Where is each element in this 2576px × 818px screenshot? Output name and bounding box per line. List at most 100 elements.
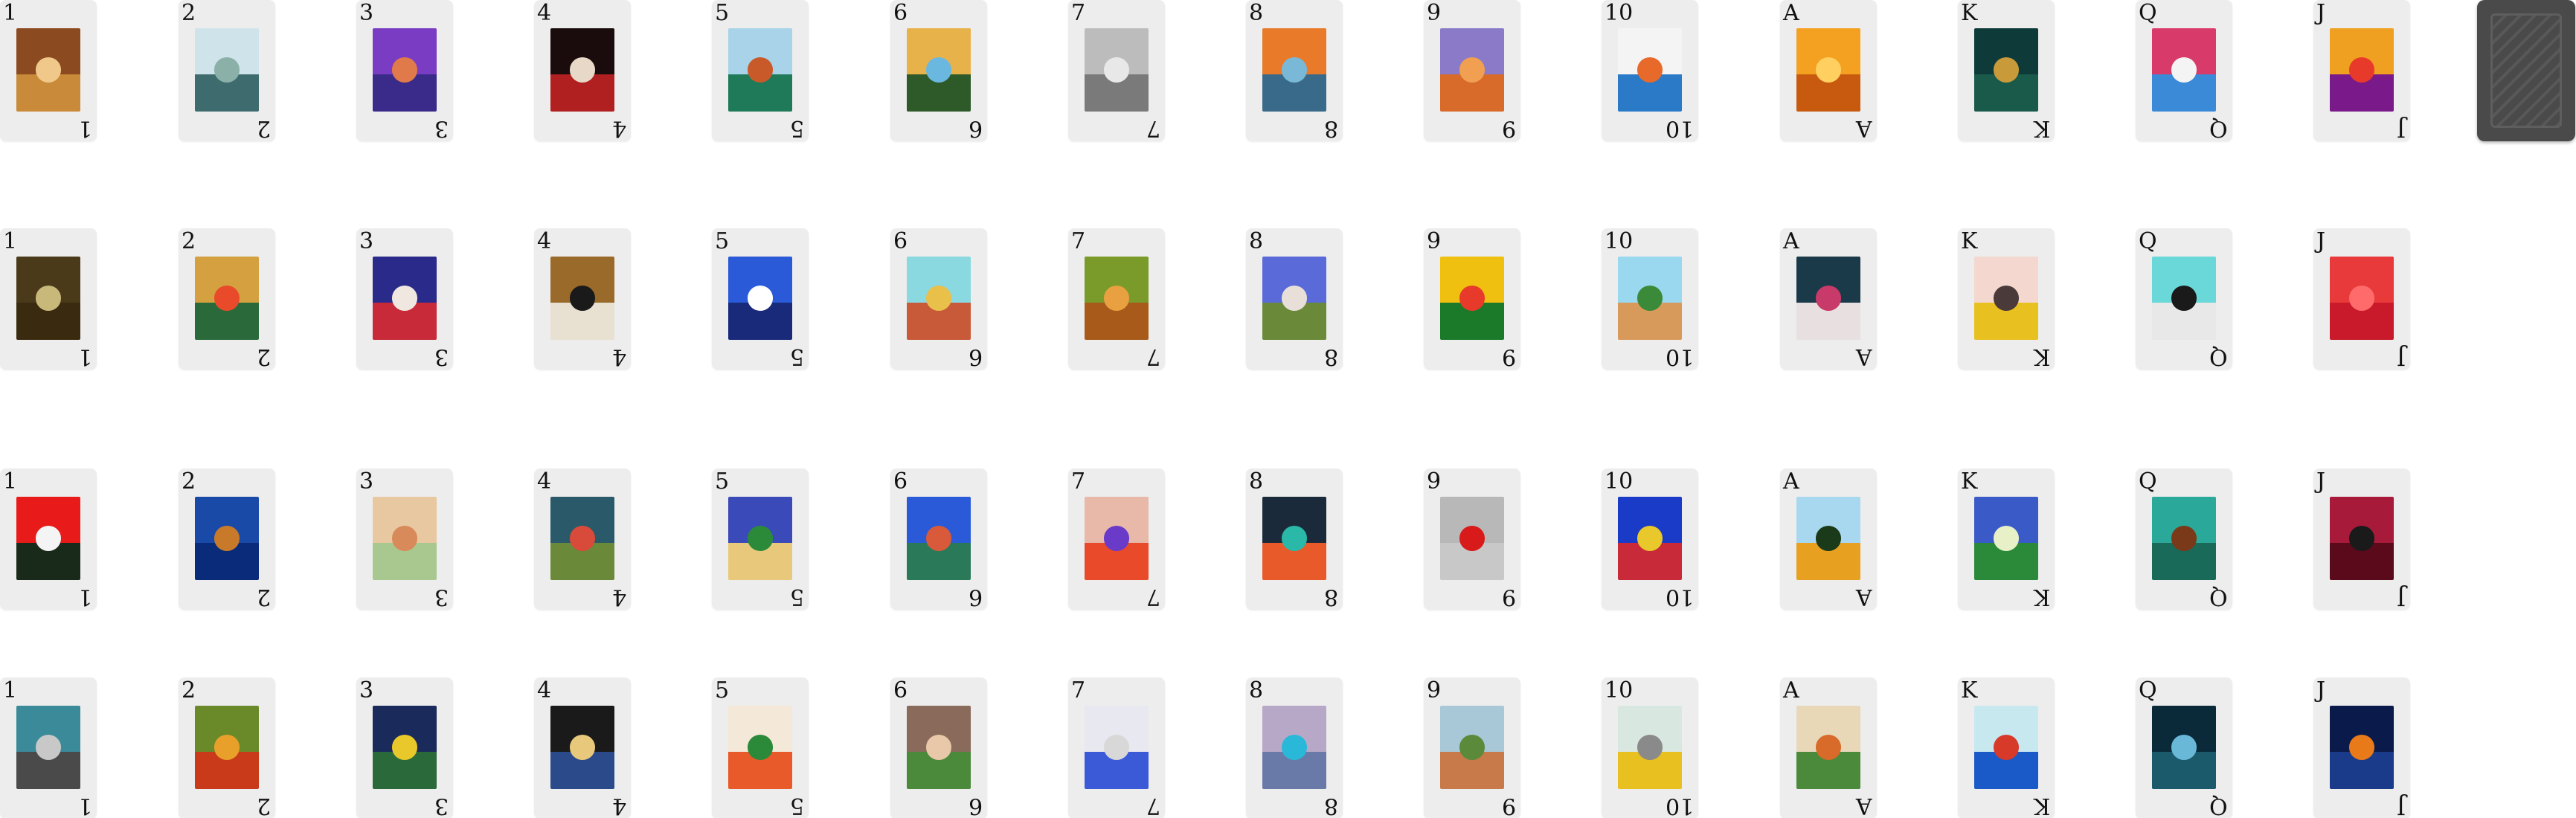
card-artwork (1262, 706, 1326, 789)
playing-card[interactable]: 33 (356, 677, 453, 818)
playing-card[interactable]: QQ (2136, 0, 2232, 141)
playing-card[interactable]: QQ (2136, 677, 2232, 818)
playing-card[interactable]: 55 (712, 677, 809, 818)
playing-card[interactable]: KK (1958, 228, 2055, 370)
playing-card[interactable]: JJ (2313, 677, 2410, 818)
playing-card[interactable]: 77 (1068, 228, 1165, 370)
card-artwork (195, 706, 259, 789)
card-artwork (16, 28, 80, 112)
playing-card[interactable]: AA (1780, 0, 1877, 141)
card-rank-top: 5 (715, 0, 730, 26)
card-artwork (907, 28, 971, 112)
playing-card[interactable]: 11 (0, 0, 97, 141)
playing-card[interactable]: 10 10 (1602, 468, 1698, 610)
card-rank-top: 7 (1071, 0, 1086, 26)
card-rank-top: 8 (1249, 228, 1264, 254)
playing-card[interactable]: 44 (534, 228, 631, 370)
card-rank-bottom: 6 (968, 793, 983, 818)
playing-card[interactable]: 11 (0, 677, 97, 818)
playing-card[interactable]: 66 (890, 677, 987, 818)
playing-card[interactable]: 22 (179, 0, 275, 141)
playing-card[interactable]: 55 (712, 0, 809, 141)
playing-card[interactable]: 10 10 (1602, 228, 1698, 370)
playing-card[interactable]: 44 (534, 468, 631, 610)
card-rank-top: J (2316, 677, 2326, 703)
card-rank-bottom: 7 (1146, 584, 1160, 610)
card-rank-bottom: 2 (256, 793, 271, 818)
playing-card[interactable]: 44 (534, 677, 631, 818)
card-artwork (373, 706, 437, 789)
playing-card[interactable]: 22 (179, 677, 275, 818)
card-rank-top: 10 (1605, 677, 1634, 703)
card-rank-top: 8 (1249, 677, 1264, 703)
card-artwork (550, 257, 614, 340)
card-rank-bottom: 6 (968, 115, 983, 141)
card-rank-top: Q (2139, 468, 2157, 495)
playing-card[interactable]: 99 (1424, 468, 1520, 610)
playing-card[interactable]: QQ (2136, 228, 2232, 370)
card-rank-top: 4 (537, 228, 552, 254)
playing-card[interactable]: 44 (534, 0, 631, 141)
playing-card[interactable]: 55 (712, 468, 809, 610)
playing-card[interactable]: 88 (1246, 228, 1343, 370)
card-rank-bottom: 4 (611, 793, 626, 818)
playing-card[interactable]: 33 (356, 468, 453, 610)
playing-card[interactable]: 88 (1246, 0, 1343, 141)
card-rank-bottom: 1 (77, 793, 92, 818)
playing-card[interactable]: AA (1780, 228, 1877, 370)
playing-card[interactable]: 55 (712, 228, 809, 370)
card-artwork (1085, 706, 1149, 789)
playing-card[interactable]: 66 (890, 228, 987, 370)
playing-card[interactable]: 10 10 (1602, 677, 1698, 818)
playing-card[interactable]: 66 (890, 0, 987, 141)
playing-card[interactable]: 99 (1424, 677, 1520, 818)
card-rank-top: 2 (182, 468, 196, 495)
card-board: 1 1 2 2 3 3 4 4 5 5 6 6 7 7 8 8 9 9 10 10 A A K K Q Q J J 1 1 2 2 3 3 4 4 5 5… (0, 0, 2576, 818)
card-artwork (16, 706, 80, 789)
card-rank-top: 3 (359, 468, 374, 495)
card-rank-top: 6 (893, 0, 908, 26)
playing-card[interactable]: 10 10 (1602, 0, 1698, 141)
playing-card[interactable]: KK (1958, 468, 2055, 610)
playing-card[interactable]: AA (1780, 677, 1877, 818)
playing-card[interactable]: 33 (356, 228, 453, 370)
card-rank-bottom: 2 (256, 115, 271, 141)
card-artwork (1440, 28, 1504, 112)
playing-card[interactable]: JJ (2313, 228, 2410, 370)
playing-card[interactable]: JJ (2313, 0, 2410, 141)
playing-card[interactable]: 77 (1068, 468, 1165, 610)
card-artwork (373, 257, 437, 340)
card-rank-top: 5 (715, 228, 730, 254)
card-artwork (373, 28, 437, 112)
card-artwork (550, 706, 614, 789)
playing-card[interactable]: 66 (890, 468, 987, 610)
card-rank-top: 9 (1427, 0, 1442, 26)
card-rank-bottom: A (1856, 115, 1872, 141)
draw-pile[interactable] (2477, 0, 2575, 141)
playing-card[interactable]: JJ (2313, 468, 2410, 610)
playing-card[interactable]: 22 (179, 228, 275, 370)
playing-card[interactable]: KK (1958, 677, 2055, 818)
card-artwork (550, 28, 614, 112)
card-rank-bottom: 7 (1146, 115, 1160, 141)
playing-card[interactable]: 88 (1246, 677, 1343, 818)
card-rank-bottom: 8 (1323, 793, 1338, 818)
playing-card[interactable]: 33 (356, 0, 453, 141)
card-rank-bottom: A (1856, 584, 1872, 610)
playing-card[interactable]: 77 (1068, 0, 1165, 141)
card-artwork (2152, 497, 2216, 580)
card-rank-top: J (2316, 0, 2326, 26)
card-rank-bottom: J (2396, 344, 2406, 370)
playing-card[interactable]: QQ (2136, 468, 2232, 610)
playing-card[interactable]: 11 (0, 228, 97, 370)
playing-card[interactable]: 11 (0, 468, 97, 610)
playing-card[interactable]: AA (1780, 468, 1877, 610)
card-rank-bottom: J (2396, 584, 2406, 610)
playing-card[interactable]: 22 (179, 468, 275, 610)
card-rank-bottom: 4 (611, 115, 626, 141)
playing-card[interactable]: 99 (1424, 228, 1520, 370)
playing-card[interactable]: 77 (1068, 677, 1165, 818)
playing-card[interactable]: 88 (1246, 468, 1343, 610)
playing-card[interactable]: 99 (1424, 0, 1520, 141)
playing-card[interactable]: KK (1958, 0, 2055, 141)
